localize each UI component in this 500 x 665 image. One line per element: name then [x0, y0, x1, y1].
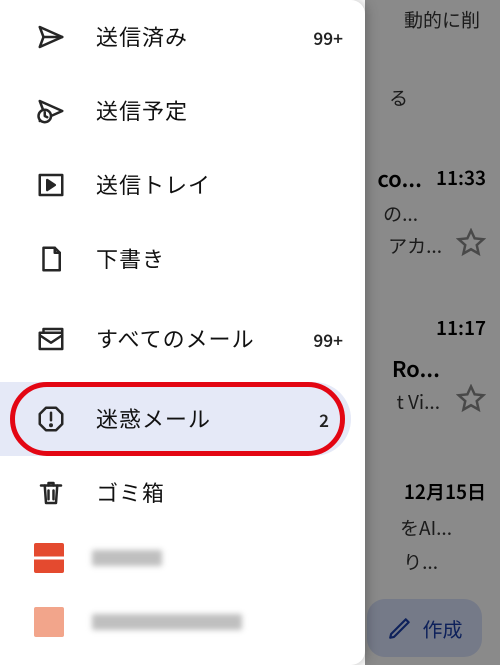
sidebar-item-outbox[interactable]: 送信トレイ — [0, 148, 365, 222]
trash-icon — [34, 476, 68, 510]
label-color-swatch-icon — [34, 607, 64, 637]
compose-label: 作成 — [423, 614, 463, 643]
sidebar-item-sent[interactable]: 送信済み 99+ — [0, 0, 365, 74]
bg-date: 12月15日 — [404, 478, 486, 505]
bg-text: 動的に削 — [404, 6, 480, 33]
sidebar-item-custom-label[interactable] — [0, 594, 365, 650]
drafts-icon — [34, 242, 68, 276]
sidebar-item-count: 2 — [293, 407, 329, 432]
sidebar-item-label: 送信予定 — [96, 97, 307, 125]
sidebar-item-count: 99+ — [307, 25, 343, 50]
sidebar-item-count: 99+ — [307, 327, 343, 352]
sidebar-item-allmail[interactable]: すべてのメール 99+ — [0, 296, 365, 382]
sent-icon — [34, 20, 68, 54]
sidebar-item-label: 下書き — [96, 245, 307, 273]
bg-subject: をAI... — [400, 514, 452, 541]
sidebar-item-drafts[interactable]: 下書き — [0, 222, 365, 296]
bg-time: 11:17 — [436, 314, 486, 341]
sidebar-item-label: 送信済み — [96, 23, 307, 51]
sidebar-item-label: 送信トレイ — [96, 171, 307, 199]
bg-snippet: アカ... — [388, 232, 442, 259]
redacted-label — [92, 550, 162, 566]
spam-icon — [34, 402, 68, 436]
sidebar-item-spam[interactable]: 迷惑メール 2 — [0, 382, 351, 456]
bg-subject: の... — [383, 200, 418, 227]
label-color-swatch-icon — [34, 543, 64, 573]
bg-snippet: t Vi... — [397, 388, 440, 415]
outbox-icon — [34, 168, 68, 202]
bg-time: 11:33 — [436, 164, 486, 191]
compose-button[interactable]: 作成 — [367, 599, 482, 657]
bg-snippet: り... — [403, 548, 438, 575]
sidebar-item-label: すべてのメール — [96, 325, 307, 353]
bg-sender: Ro... — [392, 352, 440, 384]
sidebar-item-scheduled[interactable]: 送信予定 — [0, 74, 365, 148]
bg-sender: co... — [377, 162, 422, 194]
star-icon[interactable] — [456, 384, 486, 414]
sidebar-item-label: ゴミ箱 — [96, 479, 307, 507]
sidebar-item-label: 迷惑メール — [96, 405, 293, 433]
sidebar-item-trash[interactable]: ゴミ箱 — [0, 456, 365, 530]
bg-text: る — [389, 84, 408, 111]
allmail-icon — [34, 322, 68, 356]
navigation-drawer: 送信済み 99+ 送信予定 送信トレイ 下書き — [0, 0, 365, 665]
scheduled-icon — [34, 94, 68, 128]
redacted-label — [92, 614, 242, 630]
sidebar-item-custom-label[interactable] — [0, 530, 365, 586]
star-icon[interactable] — [456, 228, 486, 258]
